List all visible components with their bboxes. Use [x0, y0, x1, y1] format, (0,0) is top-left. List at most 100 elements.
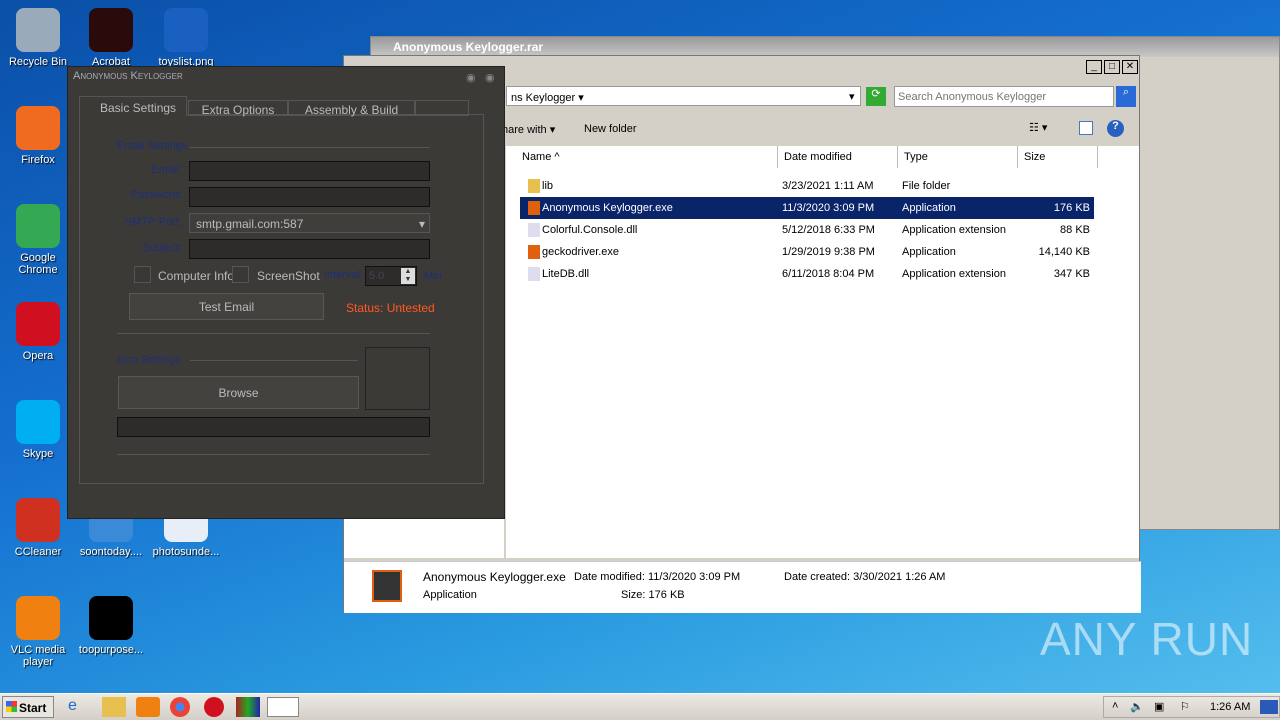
desktop-icon[interactable]: CCleaner [0, 498, 76, 558]
tab-assembly-build[interactable]: Assembly & Build [288, 100, 415, 117]
new-folder-button[interactable]: New folder [584, 123, 637, 135]
address-dropdown-icon[interactable]: ▾ [849, 90, 855, 103]
divider [117, 333, 430, 334]
media-player-icon[interactable] [136, 697, 160, 717]
chevron-down-icon: ▾ [418, 217, 425, 231]
password-field[interactable] [189, 187, 430, 207]
folder-icon [528, 179, 540, 193]
tab-empty [415, 100, 469, 116]
clock[interactable]: 1:26 AM [1210, 701, 1250, 713]
app-icon [16, 8, 60, 52]
winrar-icon[interactable] [236, 697, 260, 717]
browse-button[interactable]: Browse [118, 376, 359, 409]
exe-icon [528, 245, 540, 259]
file-row[interactable]: Colorful.Console.dll 5/12/2018 6:33 PM A… [520, 219, 1094, 241]
screenshot-checkbox[interactable] [232, 266, 249, 283]
desktop-icon-label: soontoday.... [79, 546, 143, 558]
show-hidden-icons-icon[interactable]: ˄ [1112, 700, 1118, 712]
divider [190, 360, 358, 361]
desktop-icon-label: Firefox [21, 154, 55, 166]
start-button[interactable]: Start [2, 696, 54, 718]
desktop-icon-label: Skype [22, 448, 54, 460]
email-field[interactable] [189, 161, 430, 181]
preview-pane-icon[interactable] [1079, 121, 1093, 135]
rar-title: Anonymous Keylogger.rar [371, 37, 1279, 57]
keylogger-taskbar-icon[interactable] [267, 697, 299, 717]
file-list: Name ^ Date modified Type Size lib 3/23/… [506, 146, 1139, 558]
desktop-icon[interactable]: Opera [0, 302, 76, 362]
explorer-taskbar-icon[interactable] [102, 697, 126, 717]
dll-icon [528, 223, 540, 237]
icon-preview [365, 347, 430, 410]
interval-stepper[interactable]: 5.0 ▲ ▼ [365, 266, 417, 286]
tab-extra-options[interactable]: Extra Options [188, 100, 288, 117]
column-size[interactable]: Size [1018, 146, 1098, 168]
desktop-icon-label: photosunde... [152, 546, 220, 558]
exe-icon [372, 570, 402, 602]
close-icon[interactable]: ◉ [485, 71, 495, 84]
desktop-icon[interactable]: Firefox [0, 106, 76, 166]
keylogger-window: Anonymous Keylogger ◉ ◉ Basic Settings E… [67, 66, 505, 519]
test-email-button[interactable]: Test Email [129, 293, 324, 320]
desktop-icon-label: Google Chrome [18, 252, 58, 276]
help-icon[interactable]: ? [1107, 120, 1124, 137]
tab-basic-settings[interactable]: Basic Settings [79, 96, 187, 116]
desktop-icon-label: Opera [22, 350, 54, 362]
desktop-icon[interactable]: Acrobat [73, 8, 149, 68]
refresh-icon[interactable]: ⟳ [866, 87, 886, 106]
column-type[interactable]: Type [898, 146, 1018, 168]
app-icon [16, 204, 60, 248]
computer-info-checkbox[interactable] [134, 266, 151, 283]
show-desktop-button[interactable] [1260, 700, 1278, 714]
opera-icon[interactable] [204, 697, 224, 717]
status-text: Status: Untested [346, 301, 435, 315]
share-with-button[interactable]: hare with ▾ [502, 123, 555, 136]
volume-icon[interactable]: 🔈 [1130, 700, 1144, 713]
desktop-icon[interactable]: toopurpose... [73, 596, 149, 656]
app-icon [16, 596, 60, 640]
watermark: ANY RUN [1040, 613, 1254, 665]
file-row[interactable]: Anonymous Keylogger.exe 11/3/2020 3:09 P… [520, 197, 1094, 219]
app-icon [16, 106, 60, 150]
app-icon [89, 596, 133, 640]
search-icon[interactable]: ⌕ [1116, 86, 1136, 107]
file-row[interactable]: geckodriver.exe 1/29/2019 9:38 PM Applic… [520, 241, 1094, 263]
address-bar[interactable]: ns Keylogger ▾ [506, 86, 861, 106]
minimize-button[interactable]: _ [1086, 60, 1102, 74]
subject-field[interactable] [189, 239, 430, 259]
desktop-icon[interactable]: Skype [0, 400, 76, 460]
desktop-icon[interactable]: toyslist.png [148, 8, 224, 68]
chrome-icon[interactable] [170, 697, 190, 717]
close-button[interactable]: ✕ [1122, 60, 1138, 74]
desktop-icon-label: Recycle Bin [8, 56, 68, 68]
desktop-icon-label: VLC media player [10, 644, 66, 668]
app-icon [164, 8, 208, 52]
column-name[interactable]: Name ^ [506, 146, 778, 168]
ie-icon[interactable]: e [68, 697, 92, 717]
file-row[interactable]: lib 3/23/2021 1:11 AM File folder [520, 175, 1094, 197]
desktop-icon[interactable]: Recycle Bin [0, 8, 76, 68]
file-row[interactable]: LiteDB.dll 6/11/2018 8:04 PM Application… [520, 263, 1094, 285]
divider [117, 454, 430, 455]
action-center-flag-icon[interactable]: ⚐ [1180, 700, 1190, 713]
desktop-icon-label: toopurpose... [78, 644, 144, 656]
app-icon [16, 400, 60, 444]
app-icon [89, 8, 133, 52]
maximize-button[interactable]: □ [1104, 60, 1120, 74]
system-tray: ˄ 🔈 ▣ ⚐ 1:26 AM [1103, 696, 1280, 718]
search-input[interactable] [894, 86, 1114, 107]
minimize-icon[interactable]: ◉ [466, 71, 476, 84]
network-icon[interactable]: ▣ [1154, 700, 1164, 713]
dll-icon [528, 267, 540, 281]
desktop-icon[interactable]: Google Chrome [0, 204, 76, 276]
desktop-icon-label: CCleaner [14, 546, 62, 558]
smtp-port-select[interactable]: smtp.gmail.com:587 ▾ [189, 213, 430, 233]
app-icon [16, 498, 60, 542]
desktop-icon[interactable]: VLC media player [0, 596, 76, 668]
column-date[interactable]: Date modified [778, 146, 898, 168]
icon-path-field[interactable] [117, 417, 430, 437]
view-icon[interactable]: ☷ ▾ [1029, 121, 1047, 134]
app-icon [16, 302, 60, 346]
keylogger-title: Anonymous Keylogger [73, 70, 183, 82]
windows-logo-icon [6, 701, 17, 712]
